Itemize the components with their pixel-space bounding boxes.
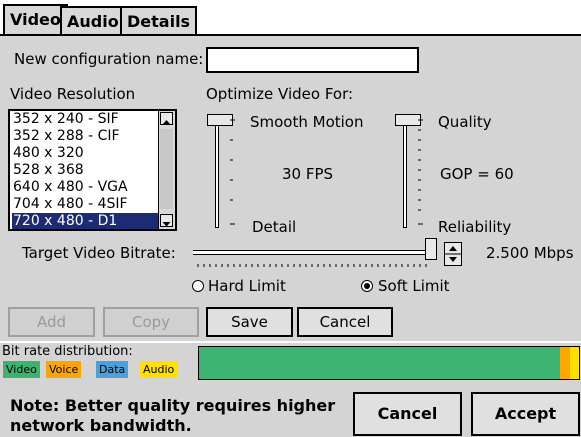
list-scrollbar[interactable] <box>158 111 175 229</box>
list-item-selected[interactable]: 720 x 480 - D1 <box>12 213 163 229</box>
motion-slider-track[interactable] <box>215 118 219 228</box>
distribution-legend: Video Voice Data Audio <box>3 361 183 378</box>
list-item[interactable]: 352 x 288 - CIF <box>12 128 163 145</box>
tab-strip: Video Audio Details <box>0 0 581 36</box>
distribution-segment-video <box>199 347 560 379</box>
target-bitrate-label: Target Video Bitrate: <box>22 244 176 262</box>
cancel-config-button[interactable]: Cancel <box>297 307 393 337</box>
scroll-thumb[interactable] <box>160 129 173 209</box>
spinner-up-down-icon[interactable] <box>445 243 461 265</box>
bitrate-spinner[interactable] <box>444 242 462 266</box>
bitrate-value: 2.500 Mbps <box>486 244 574 262</box>
list-item[interactable]: 640 x 480 - VGA <box>12 179 163 196</box>
config-name-input[interactable] <box>206 47 419 73</box>
video-resolution-list[interactable]: 352 x 240 - SIF 352 x 288 - CIF 480 x 32… <box>8 109 177 231</box>
list-item[interactable]: 528 x 368 <box>12 162 163 179</box>
hard-limit-radio[interactable] <box>192 280 204 292</box>
triangle-up-icon <box>162 120 171 125</box>
fps-value: 30 FPS <box>282 165 334 183</box>
quality-slider-ticks <box>418 119 423 225</box>
list-item[interactable]: 704 x 480 - 4SIF <box>12 196 163 213</box>
tab-audio[interactable]: Audio <box>60 6 126 35</box>
distribution-segment-voice <box>560 347 571 379</box>
note-line-2: network bandwidth. <box>10 416 192 435</box>
note-line-1: Note: Better quality requires higher <box>10 396 336 415</box>
quality-label: Quality <box>438 113 492 131</box>
bitrate-slider-thumb[interactable] <box>425 238 437 260</box>
bitrate-slider-track[interactable] <box>193 250 431 255</box>
motion-slider-ticks <box>230 119 235 225</box>
soft-limit-radio[interactable] <box>361 280 373 292</box>
add-button[interactable]: Add <box>8 307 95 337</box>
separator <box>0 341 581 343</box>
bitrate-distribution-bar <box>198 346 580 380</box>
copy-button[interactable]: Copy <box>103 307 199 337</box>
accept-button[interactable]: Accept <box>471 392 580 436</box>
tab-video[interactable]: Video <box>3 4 68 35</box>
bitrate-slider-ticks <box>197 264 427 267</box>
distribution-segment-audio <box>570 347 579 379</box>
reliability-label: Reliability <box>438 218 512 236</box>
optimize-label: Optimize Video For: <box>206 85 354 103</box>
list-item[interactable]: 352 x 240 - SIF <box>12 111 163 128</box>
hard-limit-label[interactable]: Hard Limit <box>208 277 286 295</box>
scroll-up-button[interactable] <box>160 112 173 125</box>
list-item[interactable]: 480 x 320 <box>12 145 163 162</box>
gop-value: GOP = 60 <box>440 165 514 183</box>
config-name-label: New configuration name: <box>14 50 204 68</box>
triangle-down-icon <box>162 222 171 227</box>
legend-video: Video <box>3 361 40 378</box>
scroll-down-button[interactable] <box>160 214 173 227</box>
bandwidth-note: Note: Better quality requires higher net… <box>10 396 335 436</box>
legend-voice: Voice <box>46 361 82 378</box>
save-button[interactable]: Save <box>206 307 293 337</box>
bitrate-distribution-label: Bit rate distribution: <box>2 344 133 359</box>
legend-audio: Audio <box>140 361 178 378</box>
cancel-button[interactable]: Cancel <box>353 392 462 436</box>
tab-details[interactable]: Details <box>120 6 198 35</box>
quality-slider-track[interactable] <box>403 118 407 228</box>
smooth-motion-label: Smooth Motion <box>250 113 364 131</box>
detail-label: Detail <box>252 218 297 236</box>
legend-data: Data <box>96 361 129 378</box>
video-resolution-label: Video Resolution <box>10 85 136 103</box>
soft-limit-label[interactable]: Soft Limit <box>378 277 450 295</box>
